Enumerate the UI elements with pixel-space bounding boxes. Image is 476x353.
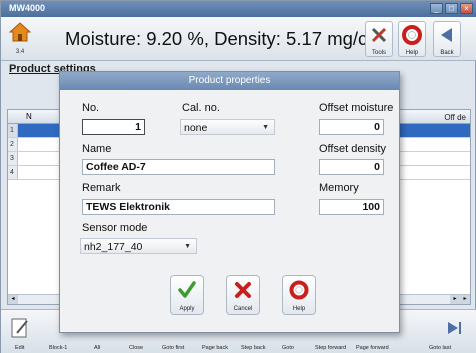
remark-label: Remark bbox=[82, 182, 121, 194]
apply-button[interactable]: Apply bbox=[170, 275, 204, 315]
memory-label: Memory bbox=[319, 182, 359, 194]
offset-density-label: Offset density bbox=[319, 143, 387, 155]
cal-no-value: none bbox=[184, 122, 208, 134]
lifebuoy-icon bbox=[289, 280, 309, 300]
help-dialog-button[interactable]: Help bbox=[282, 275, 316, 315]
back-label: Back bbox=[440, 50, 454, 56]
name-field[interactable]: Coffee AD-7 bbox=[82, 159, 275, 175]
goto-last-icon[interactable] bbox=[443, 316, 465, 340]
sensor-mode-select[interactable]: nh2_177_40 ▼ bbox=[80, 238, 197, 254]
column-header-no[interactable]: N bbox=[26, 112, 32, 121]
help-dialog-label: Help bbox=[292, 306, 306, 312]
window-controls: _ □ × bbox=[430, 3, 473, 14]
name-label: Name bbox=[82, 143, 112, 155]
back-button[interactable]: Back bbox=[433, 21, 461, 57]
tools-button[interactable]: Tools bbox=[365, 21, 393, 57]
help-icon bbox=[402, 25, 422, 45]
help-label: Help bbox=[405, 50, 419, 56]
home-label: 3.4 bbox=[15, 49, 25, 55]
cancel-label: Cancel bbox=[233, 306, 253, 312]
help-button[interactable]: Help bbox=[398, 21, 426, 57]
chevron-down-icon: ▼ bbox=[262, 124, 269, 131]
toolbar-step-back[interactable]: Step back bbox=[241, 345, 265, 351]
dialog-title: Product properties bbox=[60, 72, 399, 90]
home-icon bbox=[8, 22, 32, 42]
app-window: MW4000 _ □ × 3.4 Moisture: 9.20 %, Densi… bbox=[0, 0, 476, 353]
scroll-end-arrow-icon[interactable]: ▸ bbox=[460, 295, 470, 304]
sensor-mode-value: nh2_177_40 bbox=[84, 241, 143, 253]
cancel-button[interactable]: Cancel bbox=[226, 275, 260, 315]
check-icon bbox=[178, 281, 196, 298]
cal-no-select[interactable]: none ▼ bbox=[180, 119, 275, 135]
row-number: 3 bbox=[8, 152, 18, 165]
apply-label: Apply bbox=[179, 306, 195, 312]
toolbar-step-forward[interactable]: Step forward bbox=[315, 345, 346, 351]
close-window-button[interactable]: × bbox=[460, 3, 473, 14]
toolbar-edit[interactable]: Edit bbox=[15, 345, 24, 351]
window-title: MW4000 bbox=[9, 3, 46, 13]
edit-icon[interactable] bbox=[9, 316, 31, 340]
header-bar: 3.4 Moisture: 9.20 %, Density: 5.17 mg/c… bbox=[1, 17, 476, 61]
chevron-down-icon: ▼ bbox=[184, 243, 191, 250]
offset-moisture-label: Offset moisture bbox=[319, 102, 394, 114]
toolbar-goto[interactable]: Goto bbox=[282, 345, 294, 351]
no-label: No. bbox=[82, 102, 100, 114]
minimize-button[interactable]: _ bbox=[430, 3, 443, 14]
offset-moisture-field[interactable]: 0 bbox=[319, 119, 384, 135]
product-properties-dialog: Product properties No. 1 Cal. no. none ▼… bbox=[59, 71, 400, 333]
remark-field[interactable]: TEWS Elektronik bbox=[82, 199, 275, 215]
row-number: 1 bbox=[8, 124, 18, 137]
column-header-offset[interactable]: Off de bbox=[444, 113, 466, 122]
toolbar-goto-first[interactable]: Goto first bbox=[162, 345, 184, 351]
maximize-button[interactable]: □ bbox=[445, 3, 458, 14]
back-icon bbox=[441, 28, 452, 42]
scroll-right-arrow-icon[interactable]: ▸ bbox=[450, 295, 460, 304]
toolbar-page-forward[interactable]: Page forward bbox=[356, 345, 389, 351]
toolbar-block[interactable]: Block-1 bbox=[49, 345, 67, 351]
toolbar-goto-last[interactable]: Goto last bbox=[429, 345, 451, 351]
measurement-readout: Moisture: 9.20 %, Density: 5.17 mg/cm³ bbox=[65, 28, 389, 49]
tools-icon bbox=[371, 27, 387, 43]
row-number: 2 bbox=[8, 138, 18, 151]
cross-icon bbox=[235, 282, 251, 298]
toolbar-page-back[interactable]: Page back bbox=[202, 345, 228, 351]
home-button[interactable]: 3.4 bbox=[7, 21, 33, 57]
sensor-mode-label: Sensor mode bbox=[82, 222, 148, 234]
memory-field[interactable]: 100 bbox=[319, 199, 384, 215]
window-titlebar: MW4000 _ □ × bbox=[1, 1, 476, 17]
cal-no-label: Cal. no. bbox=[182, 102, 220, 114]
toolbar-close[interactable]: Close bbox=[129, 345, 143, 351]
no-field[interactable]: 1 bbox=[82, 119, 145, 135]
toolbar-all[interactable]: All bbox=[94, 345, 100, 351]
row-number: 4 bbox=[8, 166, 18, 179]
offset-density-field[interactable]: 0 bbox=[319, 159, 384, 175]
scroll-left-arrow-icon[interactable]: ◂ bbox=[8, 295, 18, 304]
tools-label: Tools bbox=[371, 50, 386, 56]
